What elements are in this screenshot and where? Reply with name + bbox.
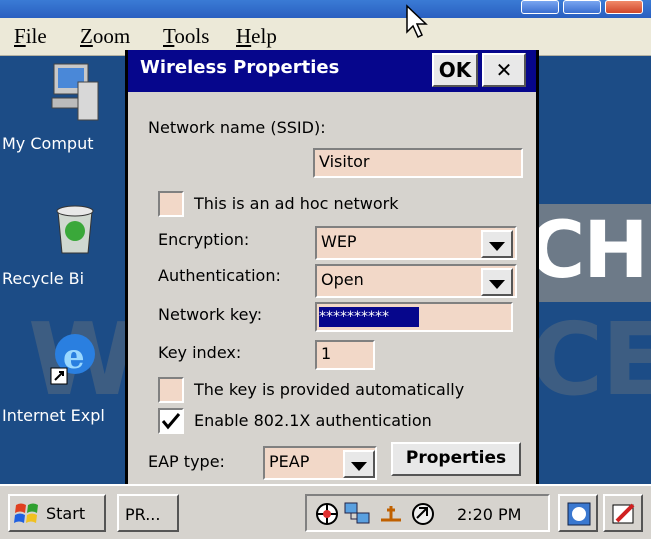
key-index-label: Key index:: [158, 343, 242, 362]
clock: 2:20 PM: [457, 505, 522, 524]
desktop-icon: [567, 502, 591, 526]
computer-icon: [51, 63, 99, 121]
desktop-icon-my-computer[interactable]: My Comput: [0, 56, 125, 166]
network-connection-icon[interactable]: [343, 501, 371, 527]
system-tray: 2:20 PM: [305, 494, 550, 532]
windows-flag-icon: [14, 503, 38, 523]
input-panel-button[interactable]: [603, 494, 643, 532]
mouse-cursor-icon: [406, 4, 428, 39]
menu-help-rest: elp: [251, 24, 277, 48]
auto-key-label: The key is provided automatically: [194, 380, 465, 399]
desktop-switch-button[interactable]: [558, 494, 598, 532]
network-key-value: **********: [319, 307, 419, 327]
connectivity-icon[interactable]: [409, 500, 437, 528]
watermark-text-ce: CE: [530, 301, 651, 418]
watermark-text-ch: CH: [528, 206, 649, 296]
auto-key-checkbox[interactable]: [158, 377, 184, 403]
checkmark-icon: [161, 413, 181, 430]
desktop-icon-label: Internet Expl: [2, 406, 105, 425]
menu-zoom[interactable]: Zoom: [80, 24, 130, 49]
close-window-button[interactable]: [605, 0, 643, 14]
chevron-down-icon: [489, 280, 505, 289]
maximize-button[interactable]: [563, 0, 601, 14]
close-button[interactable]: ✕: [482, 53, 526, 87]
usb-connection-icon[interactable]: [377, 502, 405, 526]
minimize-button[interactable]: [521, 0, 559, 14]
network-key-label: Network key:: [158, 305, 263, 324]
eap-type-label: EAP type:: [148, 452, 225, 471]
properties-button[interactable]: Properties: [391, 442, 521, 476]
task-label: PR...: [125, 505, 161, 524]
authentication-dropdown-button[interactable]: [481, 268, 513, 296]
menu-tools-rest: ools: [174, 24, 210, 48]
menu-file-rest: ile: [25, 24, 47, 48]
menu-file[interactable]: File: [14, 24, 47, 49]
authentication-label: Authentication:: [158, 266, 281, 285]
taskbar-task-button[interactable]: PR...: [117, 494, 179, 532]
menu-zoom-rest: oom: [92, 24, 131, 48]
recycle-bin-icon: [56, 205, 94, 254]
host-window-titlebar: [0, 0, 651, 18]
dialog-titlebar: Wireless Properties OK ✕: [128, 50, 536, 92]
key-index-input[interactable]: 1: [315, 340, 375, 370]
wireless-properties-dialog: Wireless Properties OK ✕ Network name (S…: [125, 50, 539, 484]
desktop-icon-internet-explorer[interactable]: e Internet Expl: [0, 326, 125, 436]
chevron-down-icon: [489, 242, 505, 251]
start-label: Start: [46, 504, 86, 523]
adhoc-checkbox[interactable]: [158, 191, 184, 217]
dialog-title: Wireless Properties: [140, 57, 340, 78]
encryption-label: Encryption:: [158, 230, 250, 249]
internet-explorer-icon: e: [50, 334, 95, 385]
desktop-icon-label: My Comput: [2, 134, 94, 153]
desktop-icon-label: Recycle Bi: [2, 269, 85, 288]
enable-8021x-checkbox[interactable]: [158, 408, 184, 434]
network-globe-icon[interactable]: [315, 502, 339, 526]
ok-button[interactable]: OK: [432, 53, 478, 87]
ssid-label: Network name (SSID):: [148, 118, 326, 137]
start-button[interactable]: Start: [8, 494, 106, 532]
menu-help[interactable]: Help: [236, 24, 277, 49]
eap-type-dropdown-button[interactable]: [343, 450, 375, 478]
ssid-input[interactable]: Visitor: [313, 148, 523, 178]
pen-input-icon: [612, 503, 635, 524]
taskbar: Start PR... 2:20 PM: [0, 484, 651, 539]
chevron-down-icon: [351, 462, 367, 471]
adhoc-label: This is an ad hoc network: [194, 194, 399, 213]
encryption-dropdown-button[interactable]: [481, 230, 513, 258]
network-key-input[interactable]: **********: [315, 302, 513, 332]
desktop-icon-recycle-bin[interactable]: Recycle Bi: [0, 191, 125, 301]
menu-tools[interactable]: Tools: [163, 24, 209, 49]
enable-8021x-label: Enable 802.1X authentication: [194, 411, 432, 430]
